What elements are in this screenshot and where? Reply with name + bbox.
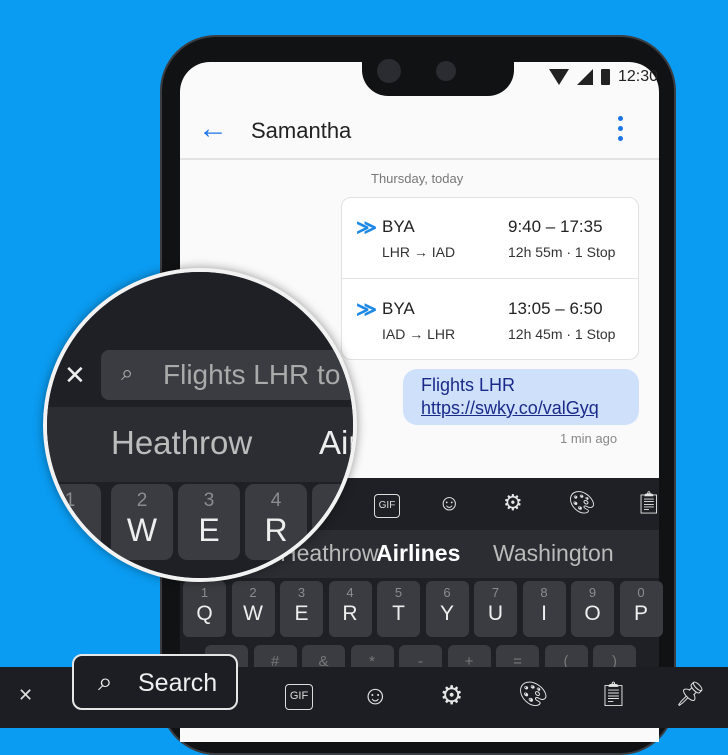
route: LHR → IAD	[382, 244, 456, 260]
contact-name: Samantha	[251, 118, 352, 143]
clipboard-icon[interactable]: 📋︎	[598, 680, 628, 709]
search-icon: ⌕	[98, 666, 113, 696]
status-time: 12:30	[617, 68, 658, 85]
key[interactable]: 6Y	[425, 581, 469, 637]
status-bar: 12:30	[548, 68, 658, 86]
gif-icon[interactable]: GIF	[285, 684, 313, 710]
suggestion-item[interactable]: Airlines	[376, 540, 460, 567]
key[interactable]: 4R	[245, 484, 307, 560]
signal-icon	[576, 69, 593, 85]
route: IAD → LHR	[382, 326, 456, 342]
flight-details: 12h 45m · 1 Stop	[508, 326, 616, 342]
message-link[interactable]: https://swky.co/valGyq	[421, 397, 639, 420]
palette-icon[interactable]: 🎨︎	[568, 490, 596, 516]
suggestion-item[interactable]: Washington	[493, 540, 614, 567]
sticker-icon[interactable]: ☺	[362, 680, 389, 711]
close-icon[interactable]: ✕	[18, 685, 33, 706]
message-text: Flights LHR	[421, 375, 516, 395]
flight-card[interactable]: ≫ BYA LHR → IAD 9:40 – 17:35 12h 55m · 1…	[341, 197, 639, 360]
key[interactable]: 2W	[231, 581, 275, 637]
search-value: Flights LHR to	[163, 359, 341, 390]
app-header: ← Samantha	[180, 100, 659, 160]
key[interactable]	[312, 484, 353, 560]
back-arrow-icon[interactable]: ←	[198, 112, 228, 146]
divider	[342, 278, 638, 279]
pin-icon[interactable]: 📌︎	[675, 680, 705, 709]
search-icon: ⌕	[121, 360, 134, 385]
flight-times: 9:40 – 17:35	[508, 217, 603, 236]
airline-logo-icon: ≫	[356, 217, 377, 239]
message-time: 1 min ago	[560, 431, 618, 446]
flight-details: 12h 55m · 1 Stop	[508, 244, 616, 260]
flight-row[interactable]: ≫ BYA LHR → IAD 9:40 – 17:35 12h 55m · 1…	[342, 198, 638, 278]
close-icon[interactable]: ✕	[64, 360, 86, 391]
key[interactable]: 3E	[178, 484, 240, 560]
search-button[interactable]: ⌕ Search	[72, 654, 238, 710]
key[interactable]: 3E	[280, 581, 323, 637]
message-bubble: Flights LHR https://swky.co/valGyq	[403, 369, 639, 425]
key[interactable]: 0P	[619, 581, 663, 637]
clipboard-icon[interactable]: 📋︎	[635, 490, 663, 516]
key[interactable]: 7U	[474, 581, 517, 637]
search-label: Search	[138, 669, 218, 697]
camera-icon	[436, 61, 456, 81]
gif-icon[interactable]: GIF	[374, 494, 400, 518]
bottom-toolbar: ✕ ⌕ Search GIF ☺ ⚙ 🎨︎ 📋︎ 📌︎	[0, 654, 728, 728]
suggestion-item[interactable]: Heathrow	[111, 424, 252, 462]
key[interactable]: 4R	[328, 581, 372, 637]
airline-name: BYA	[382, 217, 415, 236]
search-input[interactable]: ⌕ Flights LHR to	[101, 350, 353, 400]
airline-name: BYA	[382, 299, 415, 318]
flight-times: 13:05 – 6:50	[508, 299, 603, 318]
palette-icon[interactable]: 🎨︎	[518, 680, 548, 709]
key[interactable]: 5T	[377, 581, 420, 637]
notch	[362, 56, 514, 96]
airline-logo-icon: ≫	[356, 299, 377, 321]
wifi-icon	[548, 69, 569, 85]
suggestion-item[interactable]: Air	[319, 424, 353, 462]
key[interactable]: 2W	[111, 484, 173, 560]
magnifier: ✕ ⌕ Flights LHR to Heathrow Air 1Q 2W 3E…	[43, 268, 357, 582]
battery-icon	[600, 69, 610, 85]
key[interactable]: 8I	[522, 581, 566, 637]
key[interactable]: 1Q	[183, 581, 226, 637]
more-options-icon[interactable]	[618, 116, 624, 141]
sticker-icon[interactable]: ☺	[438, 490, 460, 516]
key[interactable]: 9O	[571, 581, 614, 637]
flight-row[interactable]: ≫ BYA IAD → LHR 13:05 – 6:50 12h 45m · 1…	[342, 280, 638, 360]
gear-icon[interactable]: ⚙	[503, 490, 523, 516]
key[interactable]: 1Q	[47, 484, 101, 560]
date-label: Thursday, today	[371, 171, 464, 186]
speaker-icon	[377, 59, 401, 83]
gear-icon[interactable]: ⚙	[440, 680, 463, 711]
